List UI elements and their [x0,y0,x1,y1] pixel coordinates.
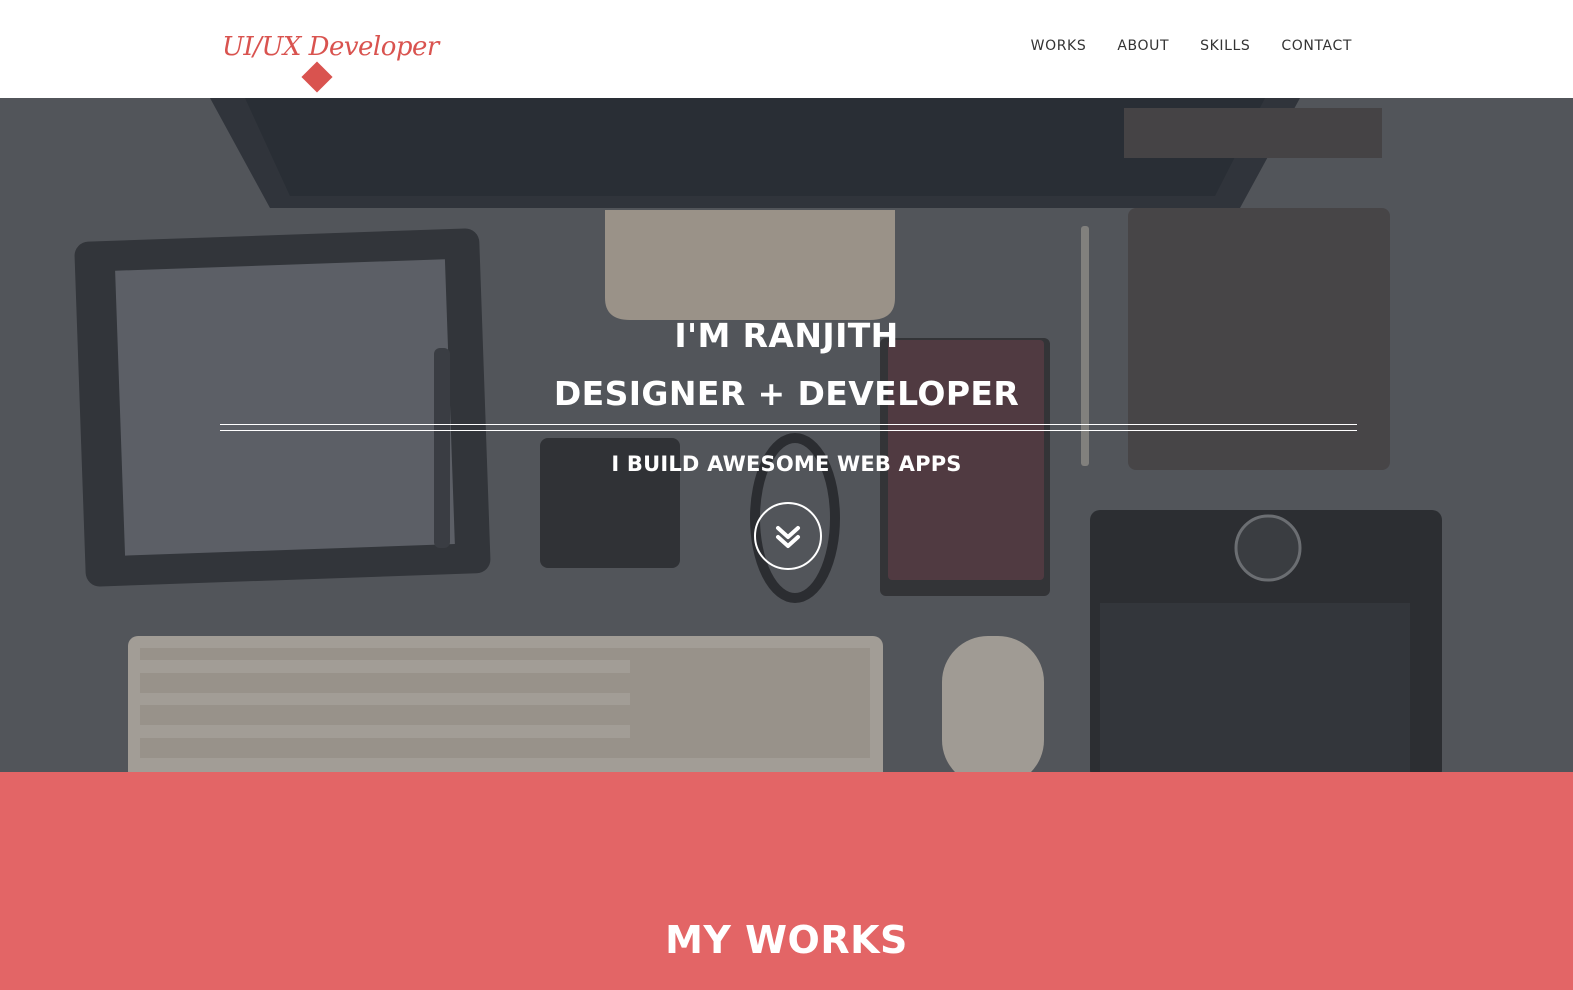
nav-skills[interactable]: SKILLS [1200,38,1250,54]
site-header: UI/UX Developer WORKS ABOUT SKILLS CONTA… [0,0,1573,98]
scroll-down-button[interactable] [754,502,822,570]
hero-content: I'M RANJITH DESIGNER + DEVELOPER I BUILD… [0,98,1573,772]
nav-works[interactable]: WORKS [1031,38,1087,54]
double-chevron-down-icon [776,526,800,548]
hero-tagline: I BUILD AWESOME WEB APPS [611,452,962,476]
hero-role: DESIGNER + DEVELOPER [553,374,1020,413]
nav-about[interactable]: ABOUT [1117,38,1169,54]
logo-text: UI/UX Developer [222,32,439,62]
hero-section: I'M RANJITH DESIGNER + DEVELOPER I BUILD… [0,98,1573,772]
works-section: MY WORKS [0,772,1573,990]
hero-name: I'M RANJITH [674,316,899,355]
diamond-icon [301,61,333,93]
hero-divider [220,424,1357,431]
nav-contact[interactable]: CONTACT [1281,38,1352,54]
works-title: MY WORKS [665,918,908,962]
main-nav: WORKS ABOUT SKILLS CONTACT [1031,38,1352,54]
logo-link[interactable]: UI/UX Developer [222,28,439,98]
